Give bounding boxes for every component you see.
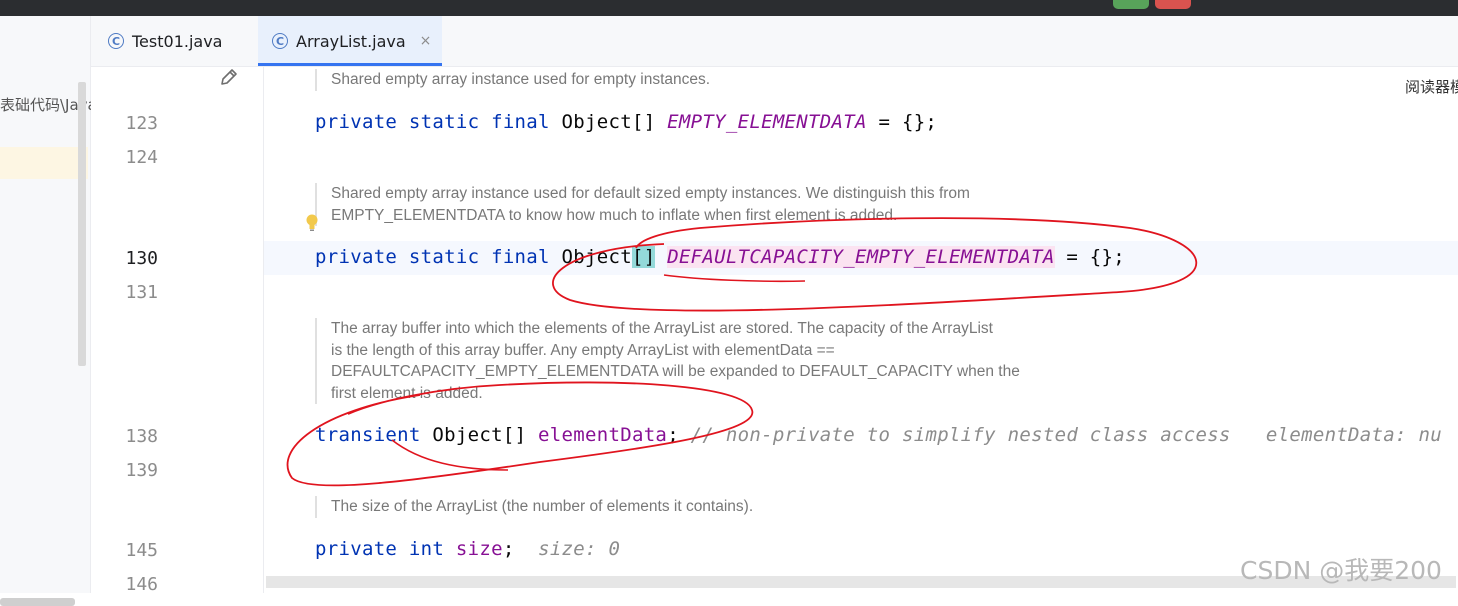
field-name: elementData <box>538 424 668 446</box>
field-name: EMPTY_ELEMENTDATA <box>667 111 867 133</box>
tab-label: Test01.java <box>132 31 223 51</box>
line-number: 124 <box>125 147 158 168</box>
type-text: Object[] <box>420 424 539 446</box>
doc-comment: Shared empty array instance used for emp… <box>315 69 710 91</box>
project-panel: 表础代码\Java <box>0 16 97 606</box>
class-icon: C <box>272 33 288 49</box>
line-number: 131 <box>125 282 158 303</box>
inlay-hint: elementData: nu <box>1230 424 1442 446</box>
doc-comment: The array buffer into which the elements… <box>315 318 1020 404</box>
bracket-highlight: [] <box>631 246 656 268</box>
code-rest: = {}; <box>1054 246 1126 268</box>
tab-test01-java[interactable]: C Test01.java <box>108 16 222 66</box>
doc-line: Shared empty array instance used for emp… <box>331 71 711 88</box>
stop-button[interactable] <box>1155 0 1191 9</box>
class-icon: C <box>108 33 124 49</box>
inlay-hint: size: 0 <box>514 538 621 560</box>
code-line-130[interactable]: private static final Object[] DEFAULTCAP… <box>315 246 1125 268</box>
doc-line: The size of the ArrayList (the number of… <box>331 498 754 515</box>
code-line-138[interactable]: transient Object[] elementData; // non-p… <box>315 424 1442 446</box>
window-top-bar <box>0 0 1458 16</box>
doc-comment: Shared empty array instance used for def… <box>315 183 970 226</box>
doc-line: EMPTY_ELEMENTDATA to know how much to in… <box>331 206 898 224</box>
pencil-icon[interactable] <box>219 67 239 87</box>
tab-label: ArrayList.java <box>296 31 406 51</box>
project-hscrollbar[interactable] <box>0 598 75 606</box>
line-comment: // non-private to simplify nested class … <box>678 424 1231 446</box>
semicolon: ; <box>502 538 515 560</box>
active-tab-indicator <box>258 63 442 66</box>
keyword: private static final <box>315 246 550 268</box>
doc-line: The array buffer into which the elements… <box>331 320 993 337</box>
code-line-123[interactable]: private static final Object[] EMPTY_ELEM… <box>315 111 937 133</box>
doc-line: is the length of this array buffer. Any … <box>331 341 835 359</box>
doc-line: Shared empty array instance used for def… <box>331 185 970 202</box>
code-rest: = {}; <box>866 111 938 133</box>
line-number: 130 <box>125 248 158 269</box>
reader-mode-label[interactable]: 阅读器模 <box>1405 76 1458 97</box>
line-number: 146 <box>125 574 158 595</box>
lightbulb-icon[interactable] <box>305 213 319 233</box>
tab-arraylist-java[interactable]: C ArrayList.java × <box>258 16 442 66</box>
line-number: 123 <box>125 113 158 134</box>
type-text: Object[] <box>549 111 668 133</box>
annotation-underline-1 <box>663 274 806 283</box>
editor-tab-bar: C Test01.java C ArrayList.java × <box>91 16 1458 67</box>
field-name: size <box>455 538 503 560</box>
close-icon[interactable]: × <box>420 33 432 49</box>
project-scrollbar[interactable] <box>78 82 86 366</box>
selected-tree-item[interactable] <box>0 147 88 179</box>
keyword: transient <box>315 424 421 446</box>
doc-comment: The size of the ArrayList (the number of… <box>315 496 753 518</box>
code-line-145[interactable]: private int size; size: 0 <box>315 538 620 560</box>
run-button[interactable] <box>1113 0 1149 9</box>
watermark: CSDN @我要200 <box>1240 556 1442 585</box>
keyword: private int <box>315 538 445 560</box>
line-number: 138 <box>125 426 158 447</box>
doc-line: DEFAULTCAPACITY_EMPTY_ELEMENTDATA will b… <box>331 363 1020 380</box>
type-text: Object <box>549 246 632 268</box>
field-name: DEFAULTCAPACITY_EMPTY_ELEMENTDATA <box>667 246 1055 268</box>
semicolon: ; <box>667 424 679 446</box>
keyword: private static final <box>315 111 550 133</box>
line-number: 145 <box>125 540 158 561</box>
line-number-gutter: 123 124 130 131 138 139 145 146 <box>91 67 263 595</box>
gutter-divider <box>263 67 264 593</box>
doc-line: first element is added. <box>331 384 483 402</box>
line-number: 139 <box>125 460 158 481</box>
